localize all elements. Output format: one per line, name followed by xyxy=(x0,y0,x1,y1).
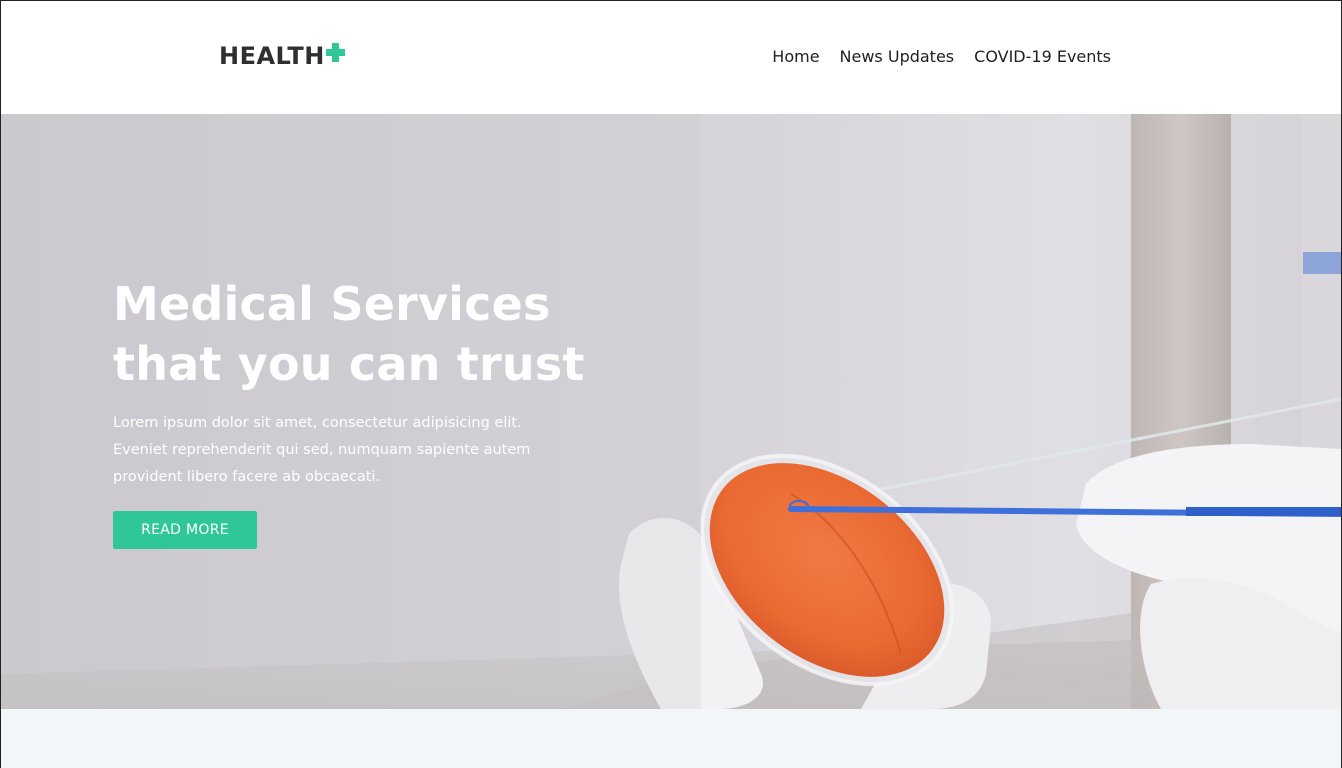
hero-title: Medical Services that you can trust xyxy=(113,274,673,394)
nav-item-home[interactable]: Home xyxy=(772,46,819,68)
site-header: HEALTH Home News Updates COVID-19 Events xyxy=(1,1,1341,114)
main-nav: Home News Updates COVID-19 Events xyxy=(772,46,1111,68)
read-more-button[interactable]: READ MORE xyxy=(113,511,257,549)
next-section xyxy=(1,709,1341,768)
plus-icon xyxy=(325,42,345,62)
page: HEALTH Home News Updates COVID-19 Events xyxy=(0,0,1342,768)
hero-title-line-2: that you can trust xyxy=(113,337,585,391)
nav-item-news-updates[interactable]: News Updates xyxy=(840,46,955,68)
hero-description: Lorem ipsum dolor sit amet, consectetur … xyxy=(113,415,531,485)
logo-text: HEALTH xyxy=(219,42,325,70)
site-logo[interactable]: HEALTH xyxy=(219,41,345,71)
nav-item-covid-19-events[interactable]: COVID-19 Events xyxy=(974,46,1111,68)
hero-section: Medical Services that you can trust Lore… xyxy=(1,114,1341,709)
hero-title-line-1: Medical Services xyxy=(113,277,551,331)
